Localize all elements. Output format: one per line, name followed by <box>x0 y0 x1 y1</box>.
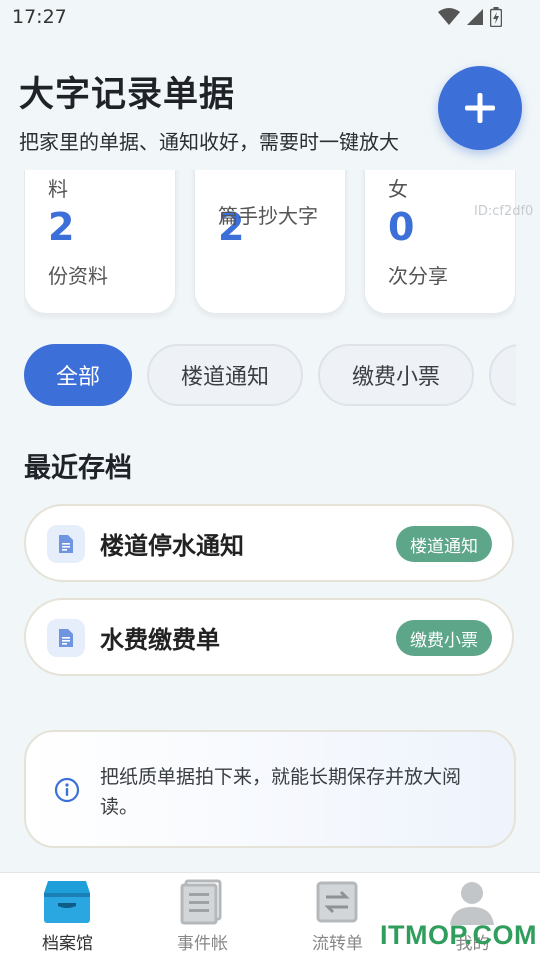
id-watermark: ID:cf2df0 <box>474 204 534 219</box>
stat-value: 2 <box>48 205 75 249</box>
page-title: 大字记录单据 <box>19 75 236 115</box>
stat-fragment: 料 <box>48 177 68 201</box>
category-tag: 楼道通知 <box>396 526 492 562</box>
tip-text: 把纸质单据拍下来，就能长期保存并放大阅读。 <box>100 766 462 818</box>
archive-item[interactable]: 楼道停水通知 楼道通知 <box>24 504 514 582</box>
document-icon <box>47 525 85 563</box>
swap-icon <box>316 881 358 923</box>
filter-chip-more[interactable] <box>489 344 516 406</box>
category-tag: 缴费小票 <box>396 620 492 656</box>
user-icon <box>450 882 494 925</box>
wifi-icon <box>438 8 460 25</box>
stat-value: 0 <box>388 205 415 249</box>
stat-card-documents[interactable]: 料 2 份资料 <box>24 170 176 314</box>
plus-icon <box>465 93 495 123</box>
stat-label: 份资料 <box>48 264 108 288</box>
tip-card: 把纸质单据拍下来，就能长期保存并放大阅读。 <box>24 730 516 848</box>
filter-chips: 全部 楼道通知 缴费小票 <box>24 344 516 410</box>
status-bar: 17:27 <box>0 0 540 36</box>
archive-item-title: 水费缴费单 <box>100 626 220 654</box>
signal-icon <box>467 9 483 25</box>
stat-label: 篇手抄大字 <box>218 204 318 228</box>
filter-chip-receipt[interactable]: 缴费小票 <box>318 344 474 406</box>
archive-item[interactable]: 水费缴费单 缴费小票 <box>24 598 514 676</box>
add-button[interactable] <box>438 66 522 150</box>
page-subtitle: 把家里的单据、通知收好，需要时一键放大 <box>19 130 399 154</box>
nav-item-ledger[interactable]: 事件帐 <box>135 873 270 961</box>
nav-label: 事件帐 <box>177 934 228 954</box>
document-icon <box>47 619 85 657</box>
archive-box-icon <box>44 881 90 923</box>
stat-label: 次分享 <box>388 264 448 288</box>
stat-card-handwritten[interactable]: 2 篇手抄大字 <box>194 170 346 314</box>
ledger-icon <box>180 879 222 925</box>
status-icons <box>438 7 502 27</box>
nav-item-archive[interactable]: 档案馆 <box>0 873 135 961</box>
battery-icon <box>490 7 502 27</box>
filter-chip-all[interactable]: 全部 <box>24 344 132 406</box>
stat-card-shares[interactable]: 女 0 次分享 <box>364 170 516 314</box>
status-time: 17:27 <box>12 6 67 28</box>
stats-row: 料 2 份资料 2 篇手抄大字 女 0 次分享 <box>24 170 516 320</box>
archive-item-title: 楼道停水通知 <box>100 532 244 560</box>
nav-label: 档案馆 <box>42 934 93 954</box>
info-icon <box>54 777 80 803</box>
stat-fragment: 女 <box>388 177 408 201</box>
filter-chip-notice[interactable]: 楼道通知 <box>147 344 303 406</box>
section-title-recent: 最近存档 <box>24 453 132 484</box>
site-watermark: ITMOP.COM <box>380 920 538 950</box>
